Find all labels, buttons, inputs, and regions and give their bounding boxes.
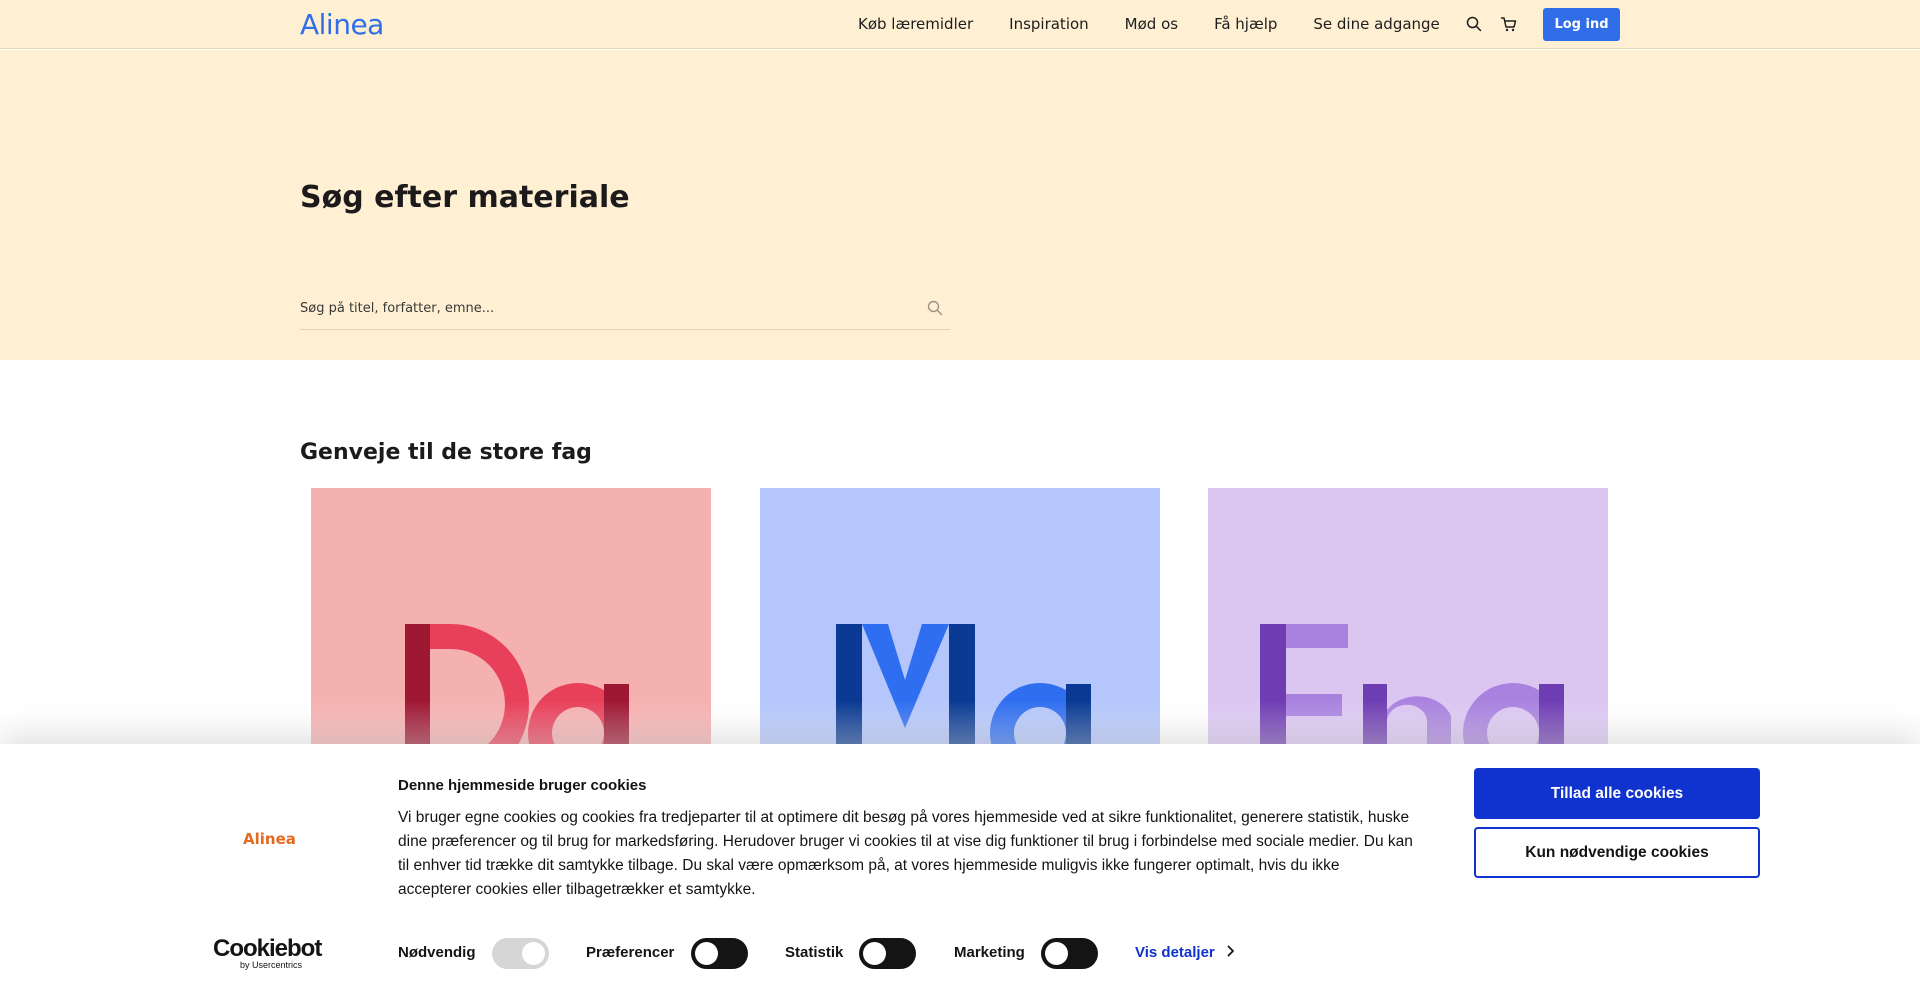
- page-title: Søg efter materiale: [300, 180, 630, 215]
- necessary-cookies-only-button[interactable]: Kun nødvendige cookies: [1474, 827, 1760, 878]
- show-details-link[interactable]: Vis detaljer: [1135, 944, 1235, 961]
- toggle-marketing[interactable]: [1041, 938, 1098, 969]
- cart-icon[interactable]: [1500, 15, 1518, 33]
- cookie-banner: Alinea Denne hjemmeside bruger cookies V…: [0, 744, 1920, 993]
- nav-item-inspiration[interactable]: Inspiration: [1009, 15, 1089, 33]
- search-icon[interactable]: [1465, 15, 1483, 33]
- consent-label-necessary: Nødvendig: [398, 944, 476, 961]
- search-icon[interactable]: [926, 299, 944, 317]
- hero-search-section: Søg efter materiale: [0, 50, 1920, 360]
- cookie-banner-title: Denne hjemmeside bruger cookies: [398, 777, 647, 794]
- section-title: Genveje til de store fag: [300, 440, 592, 465]
- nav-item-faa-hjaelp[interactable]: Få hjælp: [1214, 15, 1277, 33]
- chevron-right-icon: [1227, 944, 1235, 961]
- site-header: Alinea Køb læremidler Inspiration Mød os…: [0, 0, 1920, 49]
- cookie-banner-text: Vi bruger egne cookies og cookies fra tr…: [398, 809, 1413, 898]
- cookiebot-logo[interactable]: Cookiebot by Usercentrics: [213, 935, 322, 971]
- toggle-knob: [695, 942, 718, 965]
- cookie-banner-logo: Alinea: [243, 830, 296, 848]
- letter-e-top-bar: [1286, 624, 1348, 648]
- nav-item-koeb-laeremidler[interactable]: Køb læremidler: [858, 15, 973, 33]
- show-details-label: Vis detaljer: [1135, 944, 1215, 961]
- login-button[interactable]: Log ind: [1543, 8, 1620, 41]
- consent-label-statistics: Statistik: [785, 944, 844, 961]
- nav-item-se-dine-adgange[interactable]: Se dine adgange: [1313, 15, 1439, 33]
- toggle-statistics[interactable]: [859, 938, 916, 969]
- toggle-knob: [1045, 942, 1068, 965]
- nav-item-moed-os[interactable]: Mød os: [1125, 15, 1178, 33]
- consent-label-marketing: Marketing: [954, 944, 1025, 961]
- toggle-preferences[interactable]: [691, 938, 748, 969]
- search-input[interactable]: [300, 296, 900, 320]
- main-nav: Køb læremidler Inspiration Mød os Få hjæ…: [858, 15, 1476, 33]
- toggle-necessary: [492, 938, 549, 969]
- search-bar: [300, 290, 950, 330]
- cookie-banner-shadow: [0, 700, 1920, 744]
- toggle-knob: [863, 942, 886, 965]
- toggle-knob: [522, 942, 545, 965]
- consent-label-preferences: Præferencer: [586, 944, 675, 961]
- allow-all-cookies-button[interactable]: Tillad alle cookies: [1474, 768, 1760, 819]
- cookiebot-wordmark: Cookiebot: [213, 935, 322, 962]
- alinea-logo[interactable]: Alinea: [300, 8, 384, 41]
